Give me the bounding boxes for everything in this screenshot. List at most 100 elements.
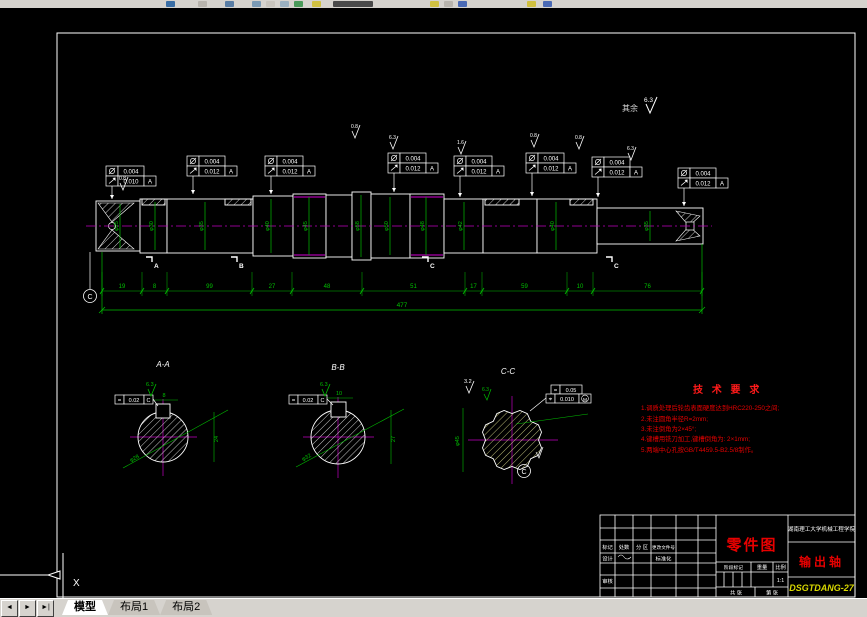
tab-nav-next-button[interactable]: ► — [19, 600, 36, 617]
tab-layout1[interactable]: 布局1 — [108, 600, 160, 615]
roughness-value: 6.3 — [627, 146, 634, 152]
cut-arrow — [146, 256, 153, 262]
tb-page: 第 张 — [766, 589, 779, 597]
dia-dim-label: φ50 — [384, 221, 390, 231]
toolbar-icon — [225, 1, 234, 7]
dia-dim-label: φ25 — [114, 221, 120, 231]
tech-req-line: 5.两端中心孔按GB/T4459.5-B2.5/8制作。 — [641, 445, 757, 454]
tb-scale: 比例 — [775, 563, 786, 571]
cut-arrow — [231, 256, 238, 262]
svg-text:C: C — [147, 398, 151, 404]
roughness-value: 6.3 — [389, 135, 396, 141]
section-cut-flags: ABCC — [146, 256, 619, 270]
signature-scribble — [617, 554, 632, 560]
tech-req-line: 2.未注圆角半径R=2mm; — [641, 414, 708, 423]
datum-ref: A — [148, 180, 152, 186]
cut-letter: B — [239, 263, 244, 270]
datum-ref: A — [229, 170, 233, 176]
section-view-a: A-A 8 24 φ28 = 0.02 C 6.3 — [114, 360, 229, 476]
tb-mark: 标记 — [602, 543, 613, 551]
tolerance-value: 0.004 — [123, 170, 139, 176]
cut-letter: A — [154, 263, 159, 270]
cut-letter: C — [430, 263, 435, 270]
tolerance-frame: 0.004 0.012 A — [591, 156, 643, 197]
toolbar-icon — [252, 1, 261, 7]
dia-dim-label: φ45 — [303, 221, 309, 231]
toolbar-icon — [294, 1, 303, 7]
roughness-value: 0.8 — [575, 135, 582, 141]
dia-dim-label: φ48 — [420, 221, 426, 231]
datum-ref: A — [634, 171, 638, 177]
tb-count: 处数 — [619, 543, 630, 551]
ucs-icon: X — [0, 553, 80, 598]
svg-text:0.05: 0.05 — [566, 388, 577, 394]
tolerance-value: 0.012 — [471, 170, 487, 176]
dia-dim-label: φ35 — [199, 221, 205, 231]
layout-tab-bar: ◄ ► ►| 模型 布局1 布局2 — [0, 598, 867, 617]
toolbar-icon — [543, 1, 552, 7]
tb-change-no: 更改文件号 — [652, 544, 675, 551]
spline-profile — [482, 410, 542, 470]
section-label: B-B — [331, 363, 345, 372]
toolbar-icon — [198, 1, 207, 7]
chain-dim-label: 8 — [153, 284, 157, 290]
tb-design: 设计 — [602, 555, 613, 563]
datum-ref: A — [568, 167, 572, 173]
svg-text:0.010: 0.010 — [560, 397, 574, 403]
tab-layout2[interactable]: 布局2 — [160, 600, 212, 615]
section-view-c: C-C φ45 3.2 6.3 = 0.05 ⌖ 0.010 M C — [455, 367, 592, 484]
roughness-value: 6.3 — [320, 382, 328, 388]
tolerance-frame: 0.004 0.012 A — [186, 155, 238, 194]
tab-model[interactable]: 模型 — [62, 600, 108, 615]
sheet-border — [56, 32, 856, 598]
tb-weight: 重量 — [757, 563, 768, 571]
dia-dim-label: φ40 — [265, 221, 271, 231]
tolerance-value: 0.004 — [282, 160, 298, 166]
roughness-value: 1.6 — [457, 140, 464, 146]
chain-dim-label: 48 — [324, 284, 331, 290]
datum-ref: A — [307, 170, 311, 176]
dia-dim-label: φ35 — [644, 221, 650, 231]
tech-req-line: 1.调质处理后轮齿表面硬度达到HRC220-250之间; — [641, 403, 779, 412]
part-name: 输出轴 — [799, 554, 844, 569]
tolerance-value: 0.012 — [543, 167, 559, 173]
spline-outline — [482, 410, 542, 470]
cut-letter: C — [614, 263, 619, 270]
chain-dim-label: 19 — [119, 284, 126, 290]
svg-text:0.02: 0.02 — [303, 398, 314, 404]
toolbar-icon — [166, 1, 175, 7]
toolbar-icon — [458, 1, 467, 7]
toolbar-text-remnant — [333, 1, 373, 7]
keyway-depth-label: 27 — [391, 436, 397, 442]
part-title: 零件图 — [725, 536, 777, 554]
roughness-value: 0.8 — [530, 133, 537, 139]
keyway-slot — [330, 401, 347, 418]
datum-letter: C — [87, 294, 92, 301]
tab-nav-first-button[interactable]: ◄ — [1, 600, 18, 617]
chain-dim-label: 10 — [577, 284, 584, 290]
section-label: C-C — [501, 367, 515, 376]
symmetry-frame: = 0.02 C — [288, 394, 334, 406]
technical-requirements: 技 术 要 求 1.调质处理后轮齿表面硬度达到HRC220-250之间; 2.未注… — [641, 383, 779, 454]
roughness-value: 6.3 — [146, 382, 154, 388]
tech-req-title: 技 术 要 求 — [693, 383, 762, 396]
tolerance-frame: 0.004 0.012 A — [677, 167, 729, 206]
tolerance-value: 0.012 — [282, 170, 298, 176]
toolbar-icon — [527, 1, 536, 7]
cad-model-space[interactable]: C 其余 6.3 0.004 0.010 A 0.004 0.012 A 0.004 0.01… — [0, 8, 867, 598]
chain-dim-label: 17 — [470, 284, 477, 290]
symmetry-frame: = 0.02 C — [114, 394, 159, 407]
keyway-depth-label: 24 — [214, 436, 220, 442]
toolbar-icon — [266, 1, 275, 7]
roughness-value: 3.2 — [464, 379, 472, 385]
tab-nav-last-button[interactable]: ►| — [37, 600, 54, 617]
roughness-value: 0.8 — [351, 124, 358, 130]
tolerance-value: 0.004 — [471, 160, 487, 166]
chain-dim-label: 99 — [206, 284, 213, 290]
section-label: A-A — [155, 360, 169, 369]
keyway-hatch — [569, 198, 594, 206]
chain-dim-label: 76 — [644, 284, 651, 290]
svg-text:0.02: 0.02 — [129, 398, 140, 404]
chain-dim-label: 59 — [521, 284, 528, 290]
keyway-slot — [155, 403, 171, 419]
